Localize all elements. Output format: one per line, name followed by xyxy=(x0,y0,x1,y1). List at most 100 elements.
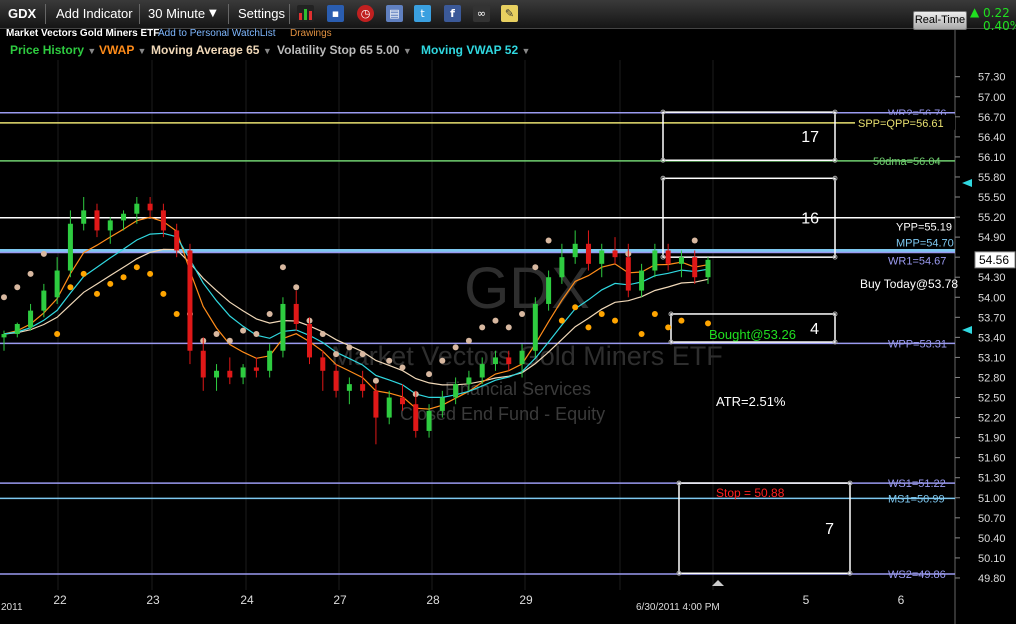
vstop-dot xyxy=(399,364,406,371)
vstop-dot xyxy=(213,331,220,338)
candle-body xyxy=(41,290,47,311)
candle-body xyxy=(147,203,153,211)
x-tick-label: 29 xyxy=(519,593,533,607)
candle-body xyxy=(320,357,326,371)
vstop-dot xyxy=(372,377,379,384)
vstop-dot xyxy=(107,280,114,287)
stop-annotation: Stop = 50.88 xyxy=(716,486,785,500)
vstop-dot xyxy=(479,324,486,331)
vstop-dot xyxy=(333,351,340,358)
y-tick-label: 50.70 xyxy=(978,513,1006,525)
y-tick-label: 52.20 xyxy=(978,413,1006,425)
vstop-dot xyxy=(651,310,658,317)
vstop-dot xyxy=(40,250,47,257)
level-label: MPP=54.70 xyxy=(896,237,954,249)
candle-body xyxy=(439,397,445,411)
x-tick-label: 6/30/2011 4:00 PM xyxy=(636,602,720,613)
annotations: Buy Today@53.78 Bought@53.26 ATR=2.51% Stop… xyxy=(709,277,958,500)
candle-body xyxy=(413,404,419,431)
vstop-dot xyxy=(120,274,127,281)
level-label: SPP=QPP=56.61 xyxy=(858,118,944,130)
candle-body xyxy=(559,257,565,278)
y-tick-label: 52.50 xyxy=(978,393,1006,405)
y-tick-label: 53.70 xyxy=(978,312,1006,324)
level-label: WS2=49.86 xyxy=(888,569,946,581)
vstop-dot xyxy=(638,331,645,338)
y-tick-label: 54.30 xyxy=(978,272,1006,284)
atr-annotation: ATR=2.51% xyxy=(716,394,786,409)
x-tick-label: 22 xyxy=(53,593,67,607)
vstop-dot xyxy=(505,324,512,331)
candle-body xyxy=(665,250,671,264)
vstop-dot xyxy=(293,284,300,291)
x-tick-label: 28 xyxy=(426,593,440,607)
candle-body xyxy=(532,303,538,351)
vstop-dot xyxy=(386,357,393,364)
candle-body xyxy=(466,377,472,385)
x-tick-label: 2011 xyxy=(1,602,23,613)
vstop-dot xyxy=(598,310,605,317)
candle-body xyxy=(333,370,339,391)
vstop-dot xyxy=(545,237,552,244)
vstop-dot xyxy=(558,317,565,324)
y-axis: 57.30 57.00 56.70 56.40 56.10 55.80 55.50 55.20… xyxy=(955,72,1016,585)
y-tick-label: 54.00 xyxy=(978,292,1006,304)
vstop-dot xyxy=(585,324,592,331)
candle-body xyxy=(585,243,591,264)
y-tick-label: 50.40 xyxy=(978,533,1006,545)
candle-body xyxy=(612,250,618,258)
vstop-dot xyxy=(439,357,446,364)
candle-body xyxy=(1,334,7,338)
y-tick-label: 55.80 xyxy=(978,172,1006,184)
level-label: WR1=54.67 xyxy=(888,255,946,267)
box-label: 4 xyxy=(810,321,819,338)
target-boxes: 17 16 4 7 xyxy=(660,109,853,576)
watermark-symbol: GDX xyxy=(464,256,590,321)
price-chart[interactable]: GDX Market Vectors Gold Miners ETF Finan… xyxy=(0,0,1016,624)
x-tick-label: 5 xyxy=(803,593,810,607)
x-tick-label: 24 xyxy=(240,593,254,607)
box-label: 16 xyxy=(801,211,819,228)
x-axis: 2011 22 23 24 27 28 29 6/30/2011 4:00 PM 5 6 xyxy=(1,580,905,613)
candle-body xyxy=(174,230,180,251)
candle-body xyxy=(426,410,432,431)
candle-body xyxy=(599,250,605,264)
vstop-dot xyxy=(519,310,526,317)
candle-body xyxy=(705,259,711,278)
vstop-dot xyxy=(226,337,233,344)
candle-body xyxy=(54,270,60,298)
vstop-dot xyxy=(14,284,21,291)
y-tick-label: 50.10 xyxy=(978,553,1006,565)
candle-body xyxy=(625,257,631,291)
candle-body xyxy=(293,303,299,324)
level-label: YPP=55.19 xyxy=(896,222,952,234)
candle-body xyxy=(399,397,405,405)
y-tick-label: 51.60 xyxy=(978,453,1006,465)
candle-body xyxy=(652,250,658,271)
x-tick-label: 23 xyxy=(146,593,160,607)
bought-annotation: Bought@53.26 xyxy=(709,327,796,342)
candle-body xyxy=(492,357,498,365)
vstop-dot xyxy=(173,310,180,317)
y-tick-label: 57.30 xyxy=(978,72,1006,84)
candle-body xyxy=(506,357,512,365)
y-tick-label: 49.80 xyxy=(978,573,1006,585)
indicator-series xyxy=(1,216,711,410)
candle-body xyxy=(267,350,273,371)
box-label: 7 xyxy=(825,521,834,538)
candle-body xyxy=(639,270,645,291)
vstop-dot xyxy=(93,290,100,297)
candle-body xyxy=(160,210,166,231)
vstop-dot xyxy=(572,304,579,311)
vstop-dot xyxy=(54,331,61,338)
candle-body xyxy=(240,367,246,378)
vstop-dot xyxy=(67,284,74,291)
vstop-dot xyxy=(27,270,34,277)
vstop-dot xyxy=(359,351,366,358)
vstop-dot xyxy=(612,317,619,324)
candle-body xyxy=(692,257,698,278)
candle-body xyxy=(227,370,233,378)
vstop-dot xyxy=(1,294,7,301)
level-label: 50dma=56.04 xyxy=(873,156,941,168)
candle-body xyxy=(546,277,552,304)
